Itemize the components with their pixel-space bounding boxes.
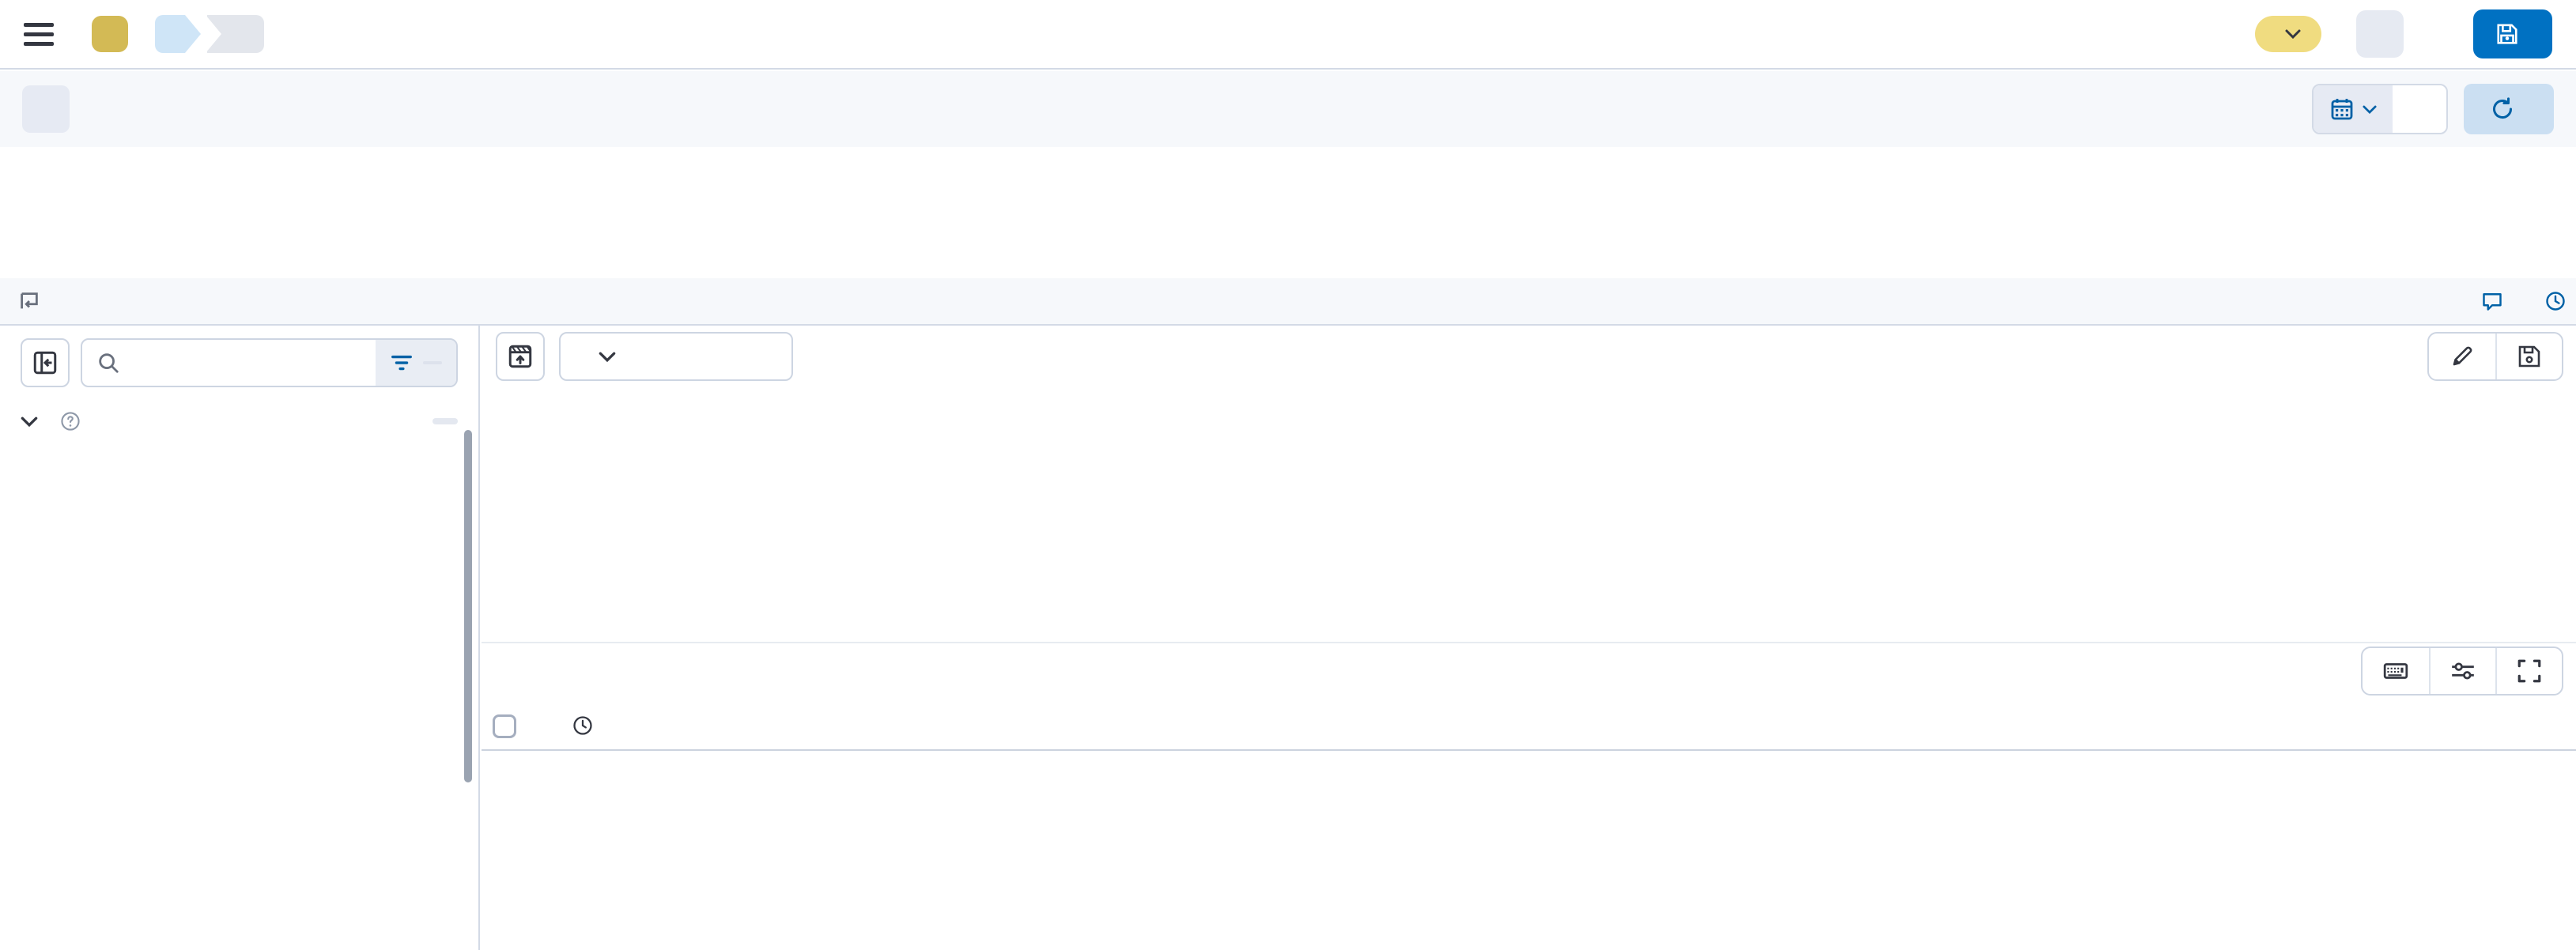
sliders-icon <box>2449 658 2476 684</box>
histogram-panel <box>482 326 2576 642</box>
fullscreen-icon <box>2516 658 2543 684</box>
breakdown-selector[interactable] <box>559 332 793 381</box>
refresh-icon <box>2491 97 2514 121</box>
field-search <box>81 338 458 387</box>
show-recent-queries-link[interactable] <box>2544 290 2576 312</box>
display-options-button[interactable] <box>2429 648 2495 694</box>
esql-editor[interactable] <box>0 147 2576 278</box>
keyboard-shortcuts-button[interactable] <box>2363 648 2429 694</box>
keyboard-icon <box>2382 658 2409 684</box>
pencil-icon <box>2449 344 2475 369</box>
help-circle-icon[interactable] <box>60 411 81 432</box>
calendar-icon <box>2329 96 2355 122</box>
search-icon <box>96 351 120 375</box>
collapse-panel-icon <box>32 349 59 376</box>
chevron-down-icon <box>2363 105 2377 114</box>
available-fields-count-badge <box>432 418 458 424</box>
query-toolbar <box>0 71 2576 147</box>
chevron-down-icon <box>2285 29 2301 39</box>
search-field-names-input[interactable] <box>131 350 376 375</box>
chevron-down-icon <box>599 352 616 362</box>
feedback-icon <box>2481 290 2503 312</box>
hide-chart-button[interactable] <box>496 332 545 381</box>
select-all-checkbox[interactable] <box>493 714 516 738</box>
editor-footer <box>0 278 2576 326</box>
editor-lines-icon <box>17 289 41 313</box>
sidebar-scrollbar[interactable] <box>464 430 472 782</box>
filter-count-badge <box>423 361 442 364</box>
save-icon <box>2517 344 2542 369</box>
switch-to-classic-button[interactable] <box>2356 10 2404 58</box>
breadcrumb-page-title <box>207 15 264 53</box>
chart-x-axis-labels <box>568 512 2563 560</box>
time-range-label[interactable] <box>2393 85 2446 133</box>
refresh-button[interactable] <box>2464 84 2554 134</box>
save-button[interactable] <box>2473 9 2552 58</box>
clock-icon <box>572 714 594 737</box>
esql-help-button[interactable] <box>22 85 70 133</box>
save-icon <box>2495 22 2519 46</box>
fields-sidebar <box>0 326 480 950</box>
chart-action-group <box>2427 332 2563 381</box>
menu-icon[interactable] <box>24 23 54 46</box>
results-table-header <box>482 702 2576 751</box>
save-visualization-button[interactable] <box>2495 334 2562 379</box>
field-filters-button[interactable] <box>376 340 456 386</box>
unsaved-changes-badge[interactable] <box>2255 16 2321 52</box>
histogram-plot <box>568 419 2563 506</box>
grid-action-group <box>2361 647 2563 696</box>
hide-chart-icon <box>507 343 534 370</box>
clock-icon <box>2544 290 2567 312</box>
fullscreen-button[interactable] <box>2495 648 2562 694</box>
breadcrumb-discover[interactable] <box>155 15 185 53</box>
calendar-dropdown-button[interactable] <box>2313 85 2393 133</box>
chevron-down-icon[interactable] <box>21 417 38 427</box>
space-avatar[interactable] <box>92 16 128 52</box>
discover-app <box>0 0 2576 950</box>
column-header-order-date[interactable] <box>564 702 594 749</box>
date-picker <box>2312 84 2448 134</box>
top-navigation-bar <box>0 0 2576 70</box>
edit-visualization-button[interactable] <box>2429 334 2495 379</box>
collapse-sidebar-button[interactable] <box>21 338 70 387</box>
filter-icon <box>390 351 414 375</box>
results-tab-bar <box>482 642 2576 700</box>
submit-feedback-link[interactable] <box>2481 290 2513 312</box>
